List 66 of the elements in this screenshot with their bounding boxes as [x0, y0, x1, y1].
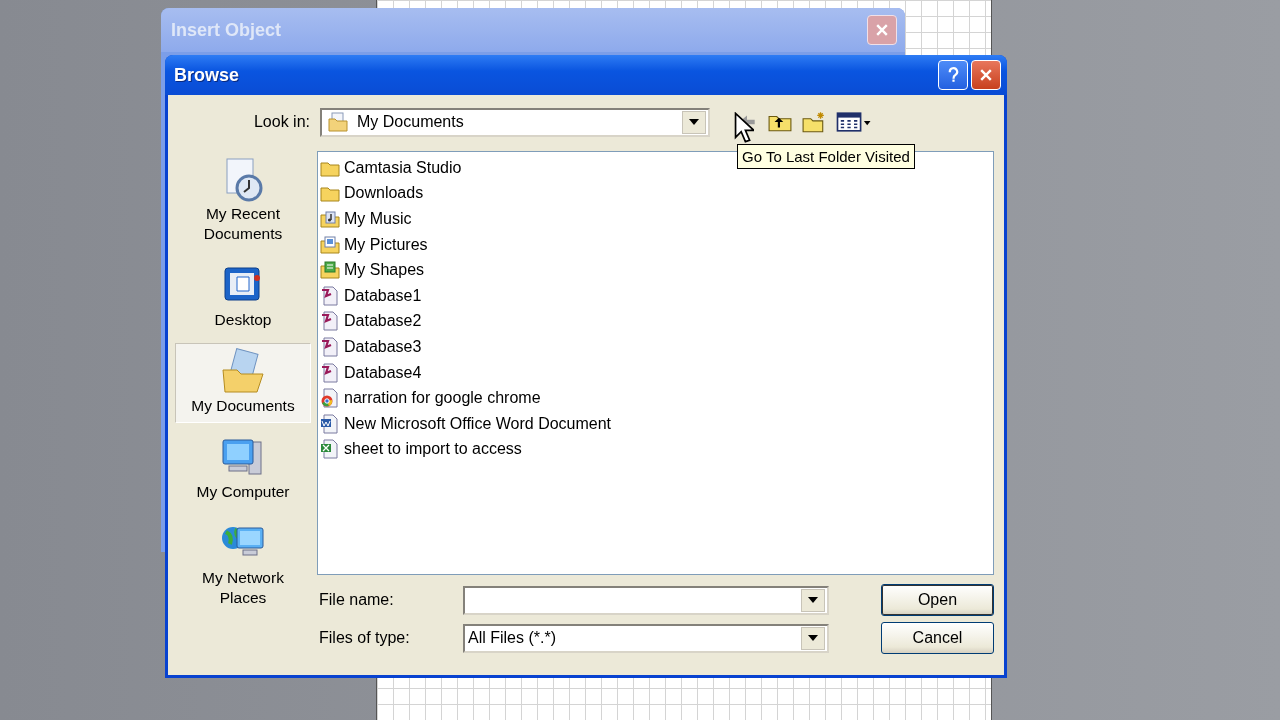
file-name: Downloads: [344, 184, 424, 203]
file-item[interactable]: Database1: [320, 282, 422, 309]
database-file-icon: [320, 285, 340, 306]
places-item[interactable]: Desktop: [175, 257, 311, 337]
help-button[interactable]: [938, 60, 968, 90]
file-name: Database1: [344, 286, 422, 305]
file-item[interactable]: My Music: [320, 206, 412, 232]
file-type-value: All Files (*.*): [467, 629, 557, 647]
mouse-cursor-icon: [734, 112, 754, 143]
file-name: Database2: [344, 312, 422, 331]
cancel-button[interactable]: Cancel: [881, 622, 994, 654]
file-name: Camtasia Studio: [344, 158, 462, 177]
file-name-field[interactable]: [463, 585, 829, 615]
places-item[interactable]: My Documents: [175, 343, 311, 423]
place-label: Desktop: [213, 310, 273, 330]
documents-folder-icon: [219, 348, 267, 396]
music-folder-icon: [320, 209, 340, 229]
file-name: Database3: [344, 337, 422, 356]
window-title: Insert Object: [171, 19, 282, 41]
file-item[interactable]: Database2: [320, 308, 422, 335]
database-file-icon: [320, 311, 340, 332]
file-name: Database4: [344, 363, 422, 382]
question-mark-icon: [947, 67, 959, 83]
database-file-icon: [320, 362, 340, 383]
pictures-folder-icon: [320, 234, 340, 255]
look-in-value: My Documents: [356, 113, 465, 131]
shapes-folder-icon: [320, 260, 340, 281]
file-name: My Music: [344, 210, 412, 228]
close-icon: [876, 24, 888, 36]
file-item[interactable]: sheet to import to access: [320, 436, 522, 463]
file-item[interactable]: Database3: [320, 334, 422, 360]
look-in-label: Look in:: [252, 113, 310, 131]
file-name: New Microsoft Office Word Document: [344, 414, 612, 433]
place-label: My Recent Documents: [202, 204, 284, 244]
places-item[interactable]: My Recent Documents: [175, 151, 311, 251]
file-type-label: Files of type:: [318, 629, 411, 647]
file-item[interactable]: narration for google chrome: [320, 385, 541, 411]
documents-folder-icon: [328, 112, 348, 132]
place-label: My Documents: [190, 396, 296, 416]
file-name: My Pictures: [344, 235, 428, 254]
file-item[interactable]: Camtasia Studio: [320, 155, 462, 181]
file-item[interactable]: New Microsoft Office Word Document: [320, 410, 612, 437]
close-icon: [980, 69, 992, 81]
word-document-icon: [320, 413, 340, 434]
open-button[interactable]: Open: [881, 584, 994, 616]
file-item[interactable]: My Pictures: [320, 231, 428, 258]
spreadsheet-icon: [320, 439, 340, 460]
places-item[interactable]: My Computer: [175, 429, 311, 509]
place-label: My Computer: [195, 482, 291, 502]
database-file-icon: [320, 336, 340, 357]
file-type-dropdown[interactable]: All Files (*.*): [463, 623, 829, 653]
chrome-file-icon: [320, 388, 340, 409]
file-item[interactable]: My Shapes: [320, 257, 425, 283]
place-label: My Network Places: [201, 568, 285, 608]
tooltip: Go To Last Folder Visited: [737, 144, 915, 169]
look-in-dropdown[interactable]: My Documents: [320, 107, 710, 137]
file-name: sheet to import to access: [344, 440, 522, 459]
file-item[interactable]: Database4: [320, 359, 422, 386]
places-item[interactable]: My Network Places: [175, 515, 311, 615]
file-name-label: File name:: [318, 591, 395, 609]
file-item[interactable]: Downloads: [320, 180, 424, 207]
new-folder-icon[interactable]: [802, 111, 826, 133]
window-title: Browse: [174, 64, 240, 86]
view-menu-icon[interactable]: [836, 111, 872, 133]
file-name: My Shapes: [344, 261, 425, 280]
file-name: narration for google chrome: [344, 389, 541, 408]
